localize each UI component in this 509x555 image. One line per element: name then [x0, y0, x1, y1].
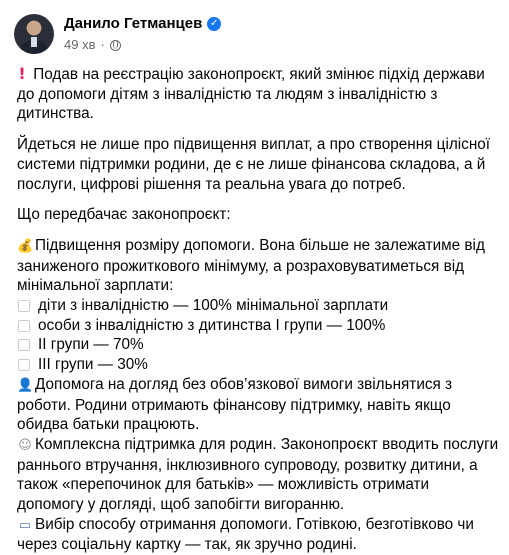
- caregiver-icon: 👤: [17, 377, 34, 393]
- verified-badge-icon: ✓: [207, 17, 222, 31]
- globe-icon[interactable]: [109, 39, 121, 51]
- author-name-row: Данило Гетманцев ✓: [64, 14, 222, 34]
- post-timestamp[interactable]: 49 хв: [64, 36, 95, 54]
- bullet-text: особи з інвалідністю з дитинства І групи…: [38, 316, 386, 334]
- post-subline: 49 хв ·: [64, 36, 221, 54]
- item-payment-text: Вибір способу отримання допомоги. Готівк…: [17, 515, 474, 554]
- bullet-text: ІІ групи — 70%: [38, 336, 144, 354]
- list-item-care: 👤 Допомога на догляд без обов’язкової вим…: [17, 375, 499, 435]
- exclamation-icon: !: [18, 64, 26, 83]
- list-item-payment: ▭ Вибір способу отримання допомоги. Готів…: [17, 515, 499, 555]
- item-support-text: Комплексна підтримка для родин. Законопр…: [17, 435, 499, 514]
- money-bag-icon: 💰: [17, 238, 34, 254]
- bullet-icon: [18, 339, 30, 352]
- bullet-item: ІІІ групи — 30%: [17, 355, 499, 375]
- bullet-item: діти з інвалідністю — 100% мінімальної з…: [17, 296, 499, 316]
- bullet-item: ІІ групи — 70%: [17, 335, 499, 355]
- separator-dot: ·: [100, 37, 105, 52]
- intro-text: Подав на реєстрацію законопроєкт, який з…: [17, 66, 485, 123]
- post-paragraph-heading: Що передбачає законопроєкт:: [17, 206, 231, 224]
- item-care-text: Допомога на догляд без обов’язкової вимо…: [17, 375, 453, 434]
- credit-card-icon: ▭: [18, 517, 32, 533]
- author-meta: Данило Гетманцев ✓ 49 хв ·: [64, 14, 222, 54]
- bullet-item: особи з інвалідністю з дитинства І групи…: [17, 316, 499, 336]
- bullet-text: ІІІ групи — 30%: [38, 356, 148, 374]
- bullet-icon: [18, 359, 30, 372]
- post-paragraph-intro: ! Подав на реєстрацію законопроєкт, який…: [17, 64, 499, 124]
- bullet-icon: [18, 300, 30, 313]
- author-avatar[interactable]: [14, 14, 54, 54]
- list-item-increase: 💰 Підвищення розміру допомоги. Вона більш…: [17, 236, 499, 296]
- facebook-post: Данило Гетманцев ✓ 49 хв · ! Подав на ре…: [0, 0, 509, 553]
- post-body: ! Подав на реєстрацію законопроєкт, який…: [17, 64, 499, 555]
- post-header: Данило Гетманцев ✓ 49 хв ·: [14, 12, 222, 56]
- list-item-support: ☺ Комплексна підтримка для родин. Законоп…: [17, 435, 499, 515]
- bullet-text: діти з інвалідністю — 100% мінімальної з…: [38, 297, 389, 315]
- post-paragraph-context: Йдеться не лише про підвищення виплат, а…: [17, 136, 491, 193]
- bullet-icon: [18, 319, 30, 332]
- author-name[interactable]: Данило Гетманцев: [64, 14, 202, 34]
- item-increase-text: Підвищення розміру допомоги. Вона більше…: [17, 236, 485, 295]
- baby-icon: ☺: [18, 437, 32, 453]
